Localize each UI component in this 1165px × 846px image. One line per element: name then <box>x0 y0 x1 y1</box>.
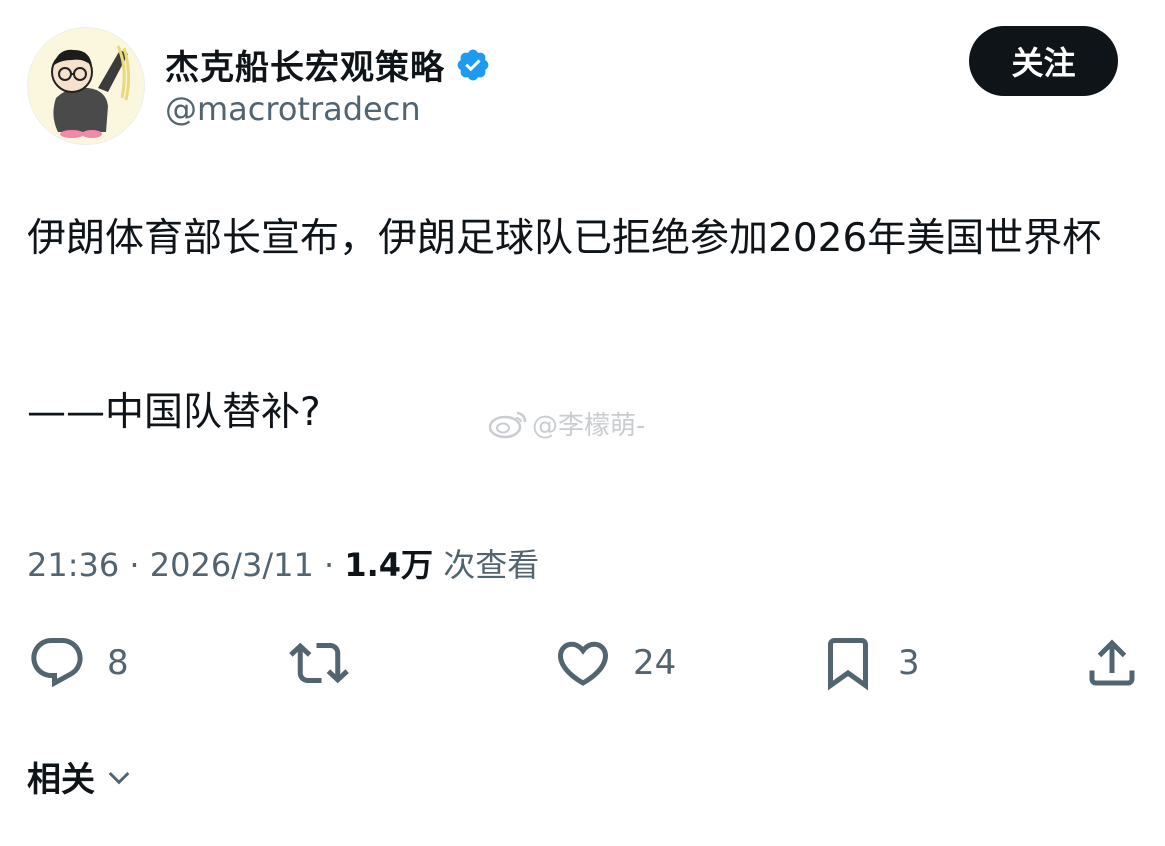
tweet-line-1: 伊朗体育部长宣布，伊朗足球队已拒绝参加2026年美国世界杯 <box>27 216 1102 261</box>
display-name-text: 杰克船长宏观策略 <box>165 48 445 88</box>
watermark-text: @李檬萌- <box>532 411 646 441</box>
meta-separator: · <box>323 546 335 584</box>
chevron-down-icon <box>108 771 130 784</box>
share-button[interactable] <box>1082 633 1142 693</box>
related-label: 相关 <box>27 760 95 800</box>
author-display-name[interactable]: 杰克船长宏观策略 <box>165 40 491 89</box>
like-button[interactable]: 24 <box>553 633 676 693</box>
weibo-logo-icon <box>488 411 527 438</box>
weibo-watermark: @李檬萌- <box>488 405 645 442</box>
author-handle[interactable]: @macrotradecn <box>165 90 421 128</box>
retweet-icon <box>289 642 349 684</box>
bookmark-button[interactable]: 3 <box>818 633 920 693</box>
bookmark-count: 3 <box>898 643 920 683</box>
follow-button[interactable]: 关注 <box>969 26 1118 96</box>
verified-badge-icon <box>457 49 489 80</box>
views-label: 次查看 <box>443 546 540 584</box>
tweet-meta: 21:36 · 2026/3/11 · 1.4万 次查看 <box>27 540 539 586</box>
reply-button[interactable]: 8 <box>27 633 129 693</box>
views-count: 1.4万 <box>344 546 434 584</box>
retweet-button[interactable] <box>289 633 349 693</box>
like-count: 24 <box>633 643 677 683</box>
meta-separator: · <box>129 546 140 584</box>
reply-count: 8 <box>107 643 129 683</box>
reply-icon <box>31 638 83 688</box>
heart-icon <box>557 641 609 686</box>
share-icon <box>1089 639 1135 686</box>
bookmark-icon <box>828 638 868 691</box>
tweet-time[interactable]: 21:36 <box>27 546 119 584</box>
cartoon-avatar-icon <box>28 28 144 144</box>
tweet-date[interactable]: 2026/3/11 <box>150 546 314 584</box>
author-avatar[interactable] <box>27 27 145 145</box>
related-toggle[interactable]: 相关 <box>27 752 135 801</box>
